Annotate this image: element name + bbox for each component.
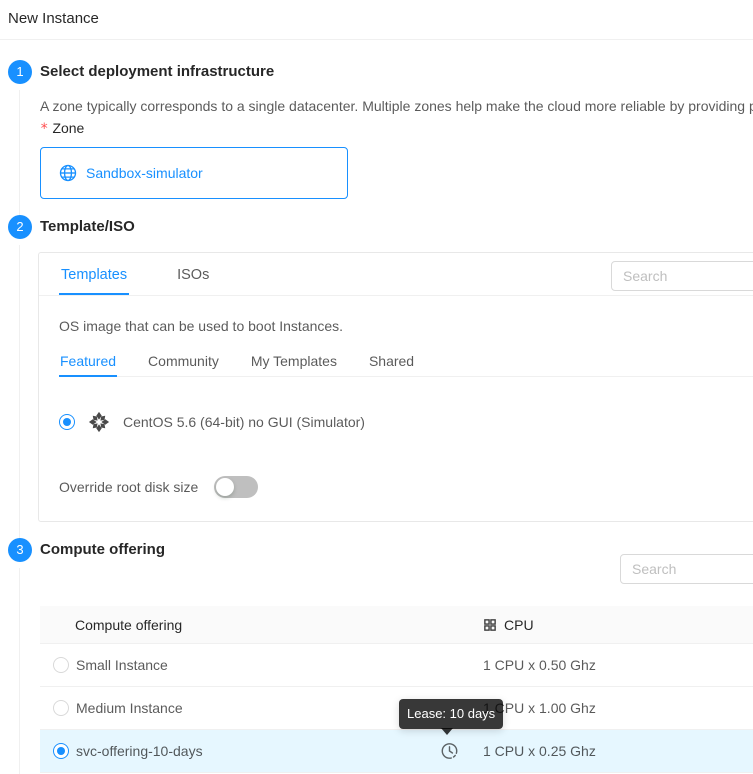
- page-header: New Instance: [0, 0, 753, 40]
- filter-tab-my-templates[interactable]: My Templates: [250, 350, 338, 376]
- offering-row-small-instance[interactable]: Small Instance 1 CPU x 0.50 Ghz: [40, 644, 753, 687]
- tab-templates[interactable]: Templates: [59, 253, 129, 295]
- step-template-iso: 2 Template/ISO Templates ISOs OS image t…: [8, 215, 753, 538]
- step-compute-offering: 3 Compute offering Compute offering: [8, 538, 753, 774]
- filter-tab-featured[interactable]: Featured: [59, 350, 117, 377]
- override-root-disk-toggle[interactable]: [214, 476, 258, 498]
- template-iso-card: Templates ISOs OS image that can be used…: [38, 252, 753, 522]
- grid-icon: [483, 618, 497, 632]
- offering-radio[interactable]: [53, 743, 69, 759]
- page-title: New Instance: [8, 10, 99, 27]
- template-option-centos[interactable]: CentOS 5.6 (64-bit) no GUI (Simulator): [59, 407, 753, 437]
- os-image-description: OS image that can be used to boot Instan…: [59, 316, 753, 336]
- offering-name: Small Instance: [76, 657, 168, 673]
- offering-cpu: 1 CPU x 0.50 Ghz: [483, 657, 596, 673]
- required-asterisk: *: [40, 121, 48, 137]
- lease-tooltip-arrow: [441, 728, 453, 735]
- offering-row-medium-instance[interactable]: Medium Instance 1 CPU x 1.00 Ghz: [40, 687, 753, 730]
- step-3-indicator: 3: [8, 538, 32, 562]
- override-root-disk-label: Override root disk size: [59, 479, 198, 495]
- globe-icon: [59, 164, 77, 182]
- filter-tab-shared[interactable]: Shared: [368, 350, 415, 376]
- new-instance-page: New Instance 1 Select deployment infrast…: [0, 0, 753, 774]
- zone-option-sandbox-simulator[interactable]: Sandbox-simulator: [40, 147, 348, 199]
- step-connector-line: [19, 245, 20, 544]
- lease-tooltip: Lease: 10 days: [399, 699, 503, 729]
- step-connector-line: [19, 568, 20, 774]
- offering-radio[interactable]: [53, 657, 69, 673]
- offering-row-svc-offering-10-days[interactable]: svc-offering-10-days 1 CPU x 0.25 Ghz: [40, 730, 753, 773]
- clock-lease-icon[interactable]: [440, 742, 459, 761]
- column-header-compute-offering: Compute offering: [40, 617, 483, 633]
- step-2-title: Template/ISO: [40, 215, 753, 239]
- step-connector-line: [19, 90, 20, 221]
- zone-description: A zone typically corresponds to a single…: [40, 96, 753, 116]
- compute-offering-search-input[interactable]: [620, 554, 753, 584]
- override-root-disk-row: Override root disk size: [59, 475, 753, 499]
- zone-field-label: *Zone: [40, 118, 753, 139]
- zone-name: Sandbox-simulator: [86, 165, 203, 181]
- offering-name: Medium Instance: [76, 700, 183, 716]
- step-1-indicator: 1: [8, 60, 32, 84]
- step-deployment-infrastructure: 1 Select deployment infrastructure A zon…: [8, 60, 753, 215]
- tab-isos[interactable]: ISOs: [175, 253, 211, 295]
- compute-offering-table: Compute offering CPU: [40, 606, 753, 773]
- step-1-title: Select deployment infrastructure: [40, 60, 753, 84]
- offering-name: svc-offering-10-days: [76, 743, 203, 759]
- offering-radio[interactable]: [53, 700, 69, 716]
- centos-logo-icon: [88, 411, 110, 433]
- wizard-steps: 1 Select deployment infrastructure A zon…: [0, 40, 753, 774]
- template-radio[interactable]: [59, 414, 75, 430]
- column-header-cpu: CPU: [483, 617, 534, 633]
- step-2-indicator: 2: [8, 215, 32, 239]
- template-filter-tabbar: Featured Community My Templates Shared: [59, 350, 753, 377]
- filter-tab-community[interactable]: Community: [147, 350, 220, 376]
- template-name: CentOS 5.6 (64-bit) no GUI (Simulator): [123, 414, 365, 430]
- toggle-knob: [216, 478, 234, 496]
- template-search-input[interactable]: [611, 261, 753, 291]
- table-header-row: Compute offering CPU: [40, 606, 753, 644]
